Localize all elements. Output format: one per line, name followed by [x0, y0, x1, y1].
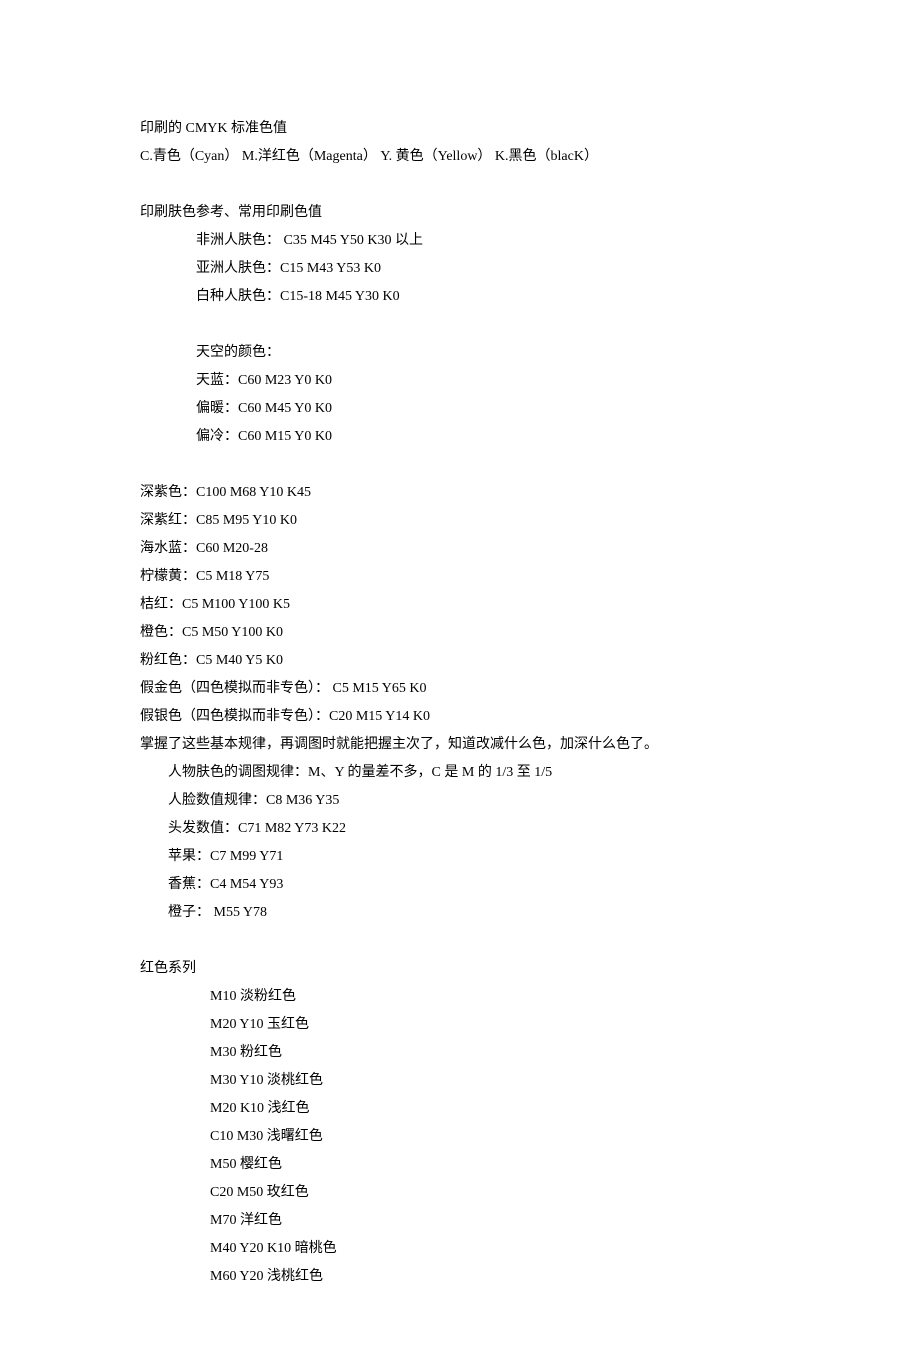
skin-heading: 印刷肤色参考、常用印刷色值 — [140, 199, 780, 227]
red-series-item: M30 Y10 淡桃红色 — [140, 1067, 780, 1095]
color-item: 海水蓝：C60 M20-28 — [140, 535, 780, 563]
document-page: 印刷的 CMYK 标准色值 C.青色（Cyan） M.洋红色（Magenta） … — [0, 0, 920, 1351]
red-series-item: M20 Y10 玉红色 — [140, 1011, 780, 1039]
skin-item: 非洲人肤色： C35 M45 Y50 K30 以上 — [140, 227, 780, 255]
sky-heading: 天空的颜色： — [140, 339, 780, 367]
red-series-item: M60 Y20 浅桃红色 — [140, 1263, 780, 1291]
red-series-item: C10 M30 浅曙红色 — [140, 1123, 780, 1151]
color-item: 假银色（四色模拟而非专色）：C20 M15 Y14 K0 — [140, 703, 780, 731]
blank-spacer — [140, 311, 780, 339]
rule-item: 人脸数值规律：C8 M36 Y35 — [140, 787, 780, 815]
channels-line: C.青色（Cyan） M.洋红色（Magenta） Y. 黄色（Yellow） … — [140, 143, 780, 171]
title-line: 印刷的 CMYK 标准色值 — [140, 115, 780, 143]
color-item: 橙色：C5 M50 Y100 K0 — [140, 619, 780, 647]
color-item: 掌握了这些基本规律，再调图时就能把握主次了，知道改减什么色，加深什么色了。 — [140, 731, 780, 759]
red-series-item: M30 粉红色 — [140, 1039, 780, 1067]
skin-item: 亚洲人肤色：C15 M43 Y53 K0 — [140, 255, 780, 283]
sky-item: 偏暖：C60 M45 Y0 K0 — [140, 395, 780, 423]
rule-item: 香蕉：C4 M54 Y93 — [140, 871, 780, 899]
rule-item: 苹果：C7 M99 Y71 — [140, 843, 780, 871]
color-item: 柠檬黄：C5 M18 Y75 — [140, 563, 780, 591]
rule-item: 头发数值：C71 M82 Y73 K22 — [140, 815, 780, 843]
red-series-item: M50 樱红色 — [140, 1151, 780, 1179]
red-series-heading: 红色系列 — [140, 955, 780, 983]
blank-spacer — [140, 171, 780, 199]
red-series-item: M10 淡粉红色 — [140, 983, 780, 1011]
sky-item: 偏冷：C60 M15 Y0 K0 — [140, 423, 780, 451]
skin-item: 白种人肤色：C15-18 M45 Y30 K0 — [140, 283, 780, 311]
red-series-item: M40 Y20 K10 暗桃色 — [140, 1235, 780, 1263]
red-series-item: M20 K10 浅红色 — [140, 1095, 780, 1123]
sky-item: 天蓝：C60 M23 Y0 K0 — [140, 367, 780, 395]
rule-item: 橙子： M55 Y78 — [140, 899, 780, 927]
color-item: 深紫色：C100 M68 Y10 K45 — [140, 479, 780, 507]
red-series-item: C20 M50 玫红色 — [140, 1179, 780, 1207]
color-item: 假金色（四色模拟而非专色）： C5 M15 Y65 K0 — [140, 675, 780, 703]
color-item: 桔红：C5 M100 Y100 K5 — [140, 591, 780, 619]
blank-spacer — [140, 927, 780, 955]
red-series-item: M70 洋红色 — [140, 1207, 780, 1235]
color-item: 粉红色：C5 M40 Y5 K0 — [140, 647, 780, 675]
color-item: 深紫红：C85 M95 Y10 K0 — [140, 507, 780, 535]
rule-item: 人物肤色的调图规律：M、Y 的量差不多，C 是 M 的 1/3 至 1/5 — [140, 759, 780, 787]
blank-spacer — [140, 451, 780, 479]
